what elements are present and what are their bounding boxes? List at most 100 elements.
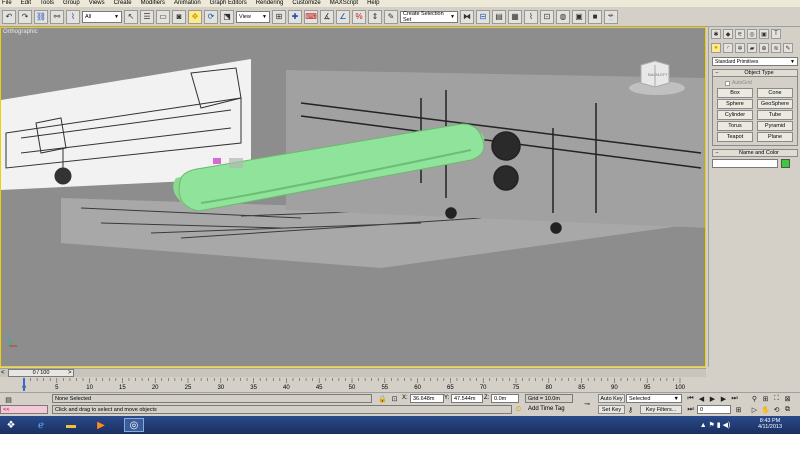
modify-tab-icon[interactable]: ◆ [723, 29, 733, 39]
lights-icon[interactable]: ✲ [735, 43, 745, 53]
current-frame-marker[interactable] [23, 378, 25, 391]
keyboard-shortcut-icon[interactable]: ⌨ [304, 9, 318, 24]
pyramid-button[interactable]: Pyramid [757, 121, 793, 131]
plane-button[interactable]: Plane [757, 132, 793, 142]
menu-modifiers[interactable]: Modifiers [141, 0, 165, 7]
menu-views[interactable]: Views [89, 0, 105, 7]
goto-start-icon[interactable]: ⏮ [686, 394, 695, 403]
display-tab-icon[interactable]: ▣ [759, 29, 769, 39]
maxscript-listener-field[interactable]: << [0, 405, 48, 414]
auto-key-button[interactable]: Auto Key [598, 394, 625, 403]
menu-help[interactable]: Help [367, 0, 379, 7]
selection-filter-dropdown[interactable]: All ▼ [82, 10, 122, 23]
select-link-icon[interactable]: ⛓ [34, 9, 48, 24]
current-frame-field[interactable]: 0 [697, 405, 731, 414]
graphite-ribbon-icon[interactable]: ▦ [508, 9, 522, 24]
time-slider-thumb[interactable]: 0 / 100 [8, 369, 74, 377]
goto-end-icon[interactable]: ⏭ [730, 394, 739, 403]
menu-create[interactable]: Create [114, 0, 132, 7]
unlink-icon[interactable]: ⚯ [50, 9, 64, 24]
object-type-rollout-header[interactable]: − Object Type [712, 69, 798, 77]
play-icon[interactable]: ▶ [708, 394, 717, 403]
next-frame-arrow[interactable]: > [68, 369, 72, 377]
select-by-name-icon[interactable]: ☰ [140, 9, 154, 24]
cone-button[interactable]: Cone [757, 88, 793, 98]
prev-frame-arrow[interactable]: < [1, 369, 5, 377]
lock-icon[interactable]: 🔒 [378, 394, 387, 403]
create-tab-icon[interactable]: ✱ [711, 29, 721, 39]
add-time-tag-label[interactable]: Add Time Tag [528, 406, 565, 412]
teapot-button[interactable]: Teapot [717, 132, 753, 142]
sphere-button[interactable]: Sphere [717, 99, 753, 109]
torus-button[interactable]: Torus [717, 121, 753, 131]
menu-tools[interactable]: Tools [40, 0, 54, 7]
select-move-icon[interactable]: ✥ [188, 9, 202, 24]
bind-space-warp-icon[interactable]: ⌇ [66, 9, 80, 24]
menu-group[interactable]: Group [63, 0, 80, 7]
key-mode-dropdown[interactable]: Selected ▼ [626, 394, 682, 403]
time-tag-icon[interactable]: ⏲ [514, 405, 523, 414]
material-editor-icon[interactable]: ◍ [556, 9, 570, 24]
rendered-frame-icon[interactable]: ■ [588, 9, 602, 24]
zoom-extents-icon[interactable]: ⛶ [772, 394, 781, 403]
snaps-toggle-icon[interactable]: ∡ [320, 9, 334, 24]
zoom-icon[interactable]: ⚲ [750, 394, 759, 403]
mini-listener-icon[interactable]: ▤ [4, 395, 13, 404]
pan-icon[interactable]: ✋ [761, 405, 770, 414]
key-filter-icon[interactable]: ⚷ [626, 405, 635, 414]
window-crossing-icon[interactable]: ◙ [172, 9, 186, 24]
helpers-icon[interactable]: ⊕ [759, 43, 769, 53]
shapes-icon[interactable]: ◜ [723, 43, 733, 53]
motion-tab-icon[interactable]: ◎ [747, 29, 757, 39]
render-setup-icon[interactable]: ▣ [572, 9, 586, 24]
box-button[interactable]: Box [717, 88, 753, 98]
select-rotate-icon[interactable]: ⟳ [204, 9, 218, 24]
start-button-icon[interactable]: ❖ [2, 418, 20, 432]
render-production-icon[interactable]: ☕ [604, 9, 618, 24]
curve-editor-icon[interactable]: ⌇ [524, 9, 538, 24]
angle-snap-icon[interactable]: ∠ [336, 9, 350, 24]
tube-button[interactable]: Tube [757, 110, 793, 120]
rectangular-region-icon[interactable]: ▭ [156, 9, 170, 24]
media-player-icon[interactable]: ▶ [92, 418, 110, 432]
manipulate-icon[interactable]: ✚ [288, 9, 302, 24]
object-color-swatch[interactable] [781, 159, 790, 168]
geosphere-button[interactable]: GeoSphere [757, 99, 793, 109]
absolute-mode-icon[interactable]: ⊡ [390, 394, 399, 403]
autogrid-option[interactable]: AutoGrid [725, 80, 793, 86]
time-config-icon[interactable]: ⊞ [734, 405, 743, 414]
internet-explorer-icon[interactable]: ℯ [32, 418, 50, 432]
cameras-icon[interactable]: ▰ [747, 43, 757, 53]
menu-maxscript[interactable]: MAXScript [330, 0, 358, 7]
field-of-view-icon[interactable]: ▷ [750, 405, 759, 414]
ref-coord-dropdown[interactable]: View ▼ [236, 10, 270, 23]
systems-icon[interactable]: ✎ [783, 43, 793, 53]
menu-graph-editors[interactable]: Graph Editors [210, 0, 247, 7]
spinner-snap-icon[interactable]: ⇕ [368, 9, 382, 24]
next-frame-icon[interactable]: ▶ [719, 394, 728, 403]
key-filters-button[interactable]: Key Filters... [640, 405, 682, 414]
cylinder-button[interactable]: Cylinder [717, 110, 753, 120]
utilities-tab-icon[interactable]: T [771, 29, 781, 39]
viewport-orthographic[interactable]: Orthographic BACK LEFT [0, 27, 706, 367]
file-explorer-icon[interactable]: ▬ [62, 418, 80, 432]
select-scale-icon[interactable]: ⬔ [220, 9, 234, 24]
zoom-extents-all-icon[interactable]: ⊠ [783, 394, 792, 403]
key-icon[interactable]: ⊸ [580, 399, 594, 408]
key-mode-toggle-icon[interactable]: ⏭ [686, 405, 695, 414]
edit-named-sets-icon[interactable]: ✎ [384, 9, 398, 24]
menu-customize[interactable]: Customize [292, 0, 320, 7]
menu-rendering[interactable]: Rendering [256, 0, 284, 7]
viewport-label[interactable]: Orthographic [3, 29, 38, 35]
hierarchy-tab-icon[interactable]: ⚟ [735, 29, 745, 39]
maximize-viewport-icon[interactable]: ⧉ [783, 405, 792, 414]
layer-manager-icon[interactable]: ▤ [492, 9, 506, 24]
geometry-icon[interactable]: ● [711, 43, 721, 53]
align-icon[interactable]: ⊟ [476, 9, 490, 24]
named-selection-dropdown[interactable]: Create Selection Set ▼ [400, 10, 458, 23]
time-slider[interactable]: < 0 / 100 > [0, 368, 706, 377]
prev-frame-icon[interactable]: ◀ [697, 394, 706, 403]
primitive-category-dropdown[interactable]: Standard Primitives ▼ [712, 57, 798, 66]
zoom-all-icon[interactable]: ⊞ [761, 394, 770, 403]
3ds-max-taskbar-icon[interactable]: ◎ [124, 418, 144, 432]
